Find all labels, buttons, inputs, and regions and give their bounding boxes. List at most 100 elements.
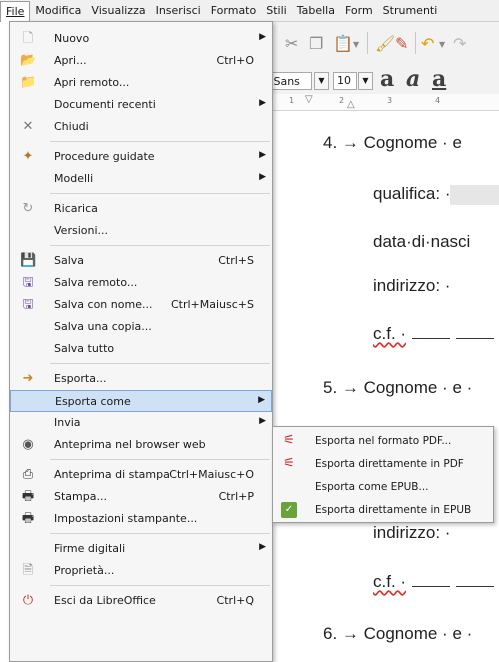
menu-item-apri-remoto[interactable]: 📁 Apri remoto... — [10, 72, 272, 94]
bold-icon[interactable]: a — [380, 66, 394, 92]
menu-item-chiudi[interactable]: ✕ Chiudi — [10, 116, 272, 138]
menu-item-proprieta[interactable]: 🗎 Proprietà... — [10, 560, 272, 582]
close-icon: ✕ — [22, 119, 34, 134]
ruler[interactable]: 1 ▽ 2 △ 3 4 — [249, 94, 499, 111]
indent-marker-icon[interactable]: △ — [347, 99, 355, 110]
menu-item-esporta[interactable]: ➜ Esporta... — [10, 368, 272, 390]
export-icon: ➜ — [22, 371, 34, 386]
epub-icon: ✓ — [281, 502, 297, 518]
font-name-dropdown-button[interactable]: ▼ — [314, 72, 329, 90]
menu-separator — [50, 459, 270, 460]
doc-line: c.f. · — [373, 324, 495, 344]
standard-toolbar: ✂ ❐ 📋 ▼ 🖌 ✎ ↶ ▼ ↷ — [249, 22, 499, 66]
save-as-icon: 🖫 — [22, 297, 34, 312]
menu-item-procedure-guidate[interactable]: ✦ Procedure guidate ▶ — [10, 146, 272, 168]
menubar: File Modifica Visualizza Inserisci Forma… — [0, 0, 499, 22]
exit-icon: ⏻ — [22, 593, 34, 608]
menu-item-anteprima-browser[interactable]: ◉ Anteprima nel browser web — [10, 434, 272, 456]
doc-line: 4. → Cognome · e — [323, 133, 462, 152]
open-folder-icon: 📂 — [20, 53, 37, 68]
save-icon: 💾 — [20, 253, 37, 268]
menu-stili[interactable]: Stili — [261, 0, 291, 21]
paste-icon[interactable]: 📋 — [333, 34, 353, 53]
menu-item-salva[interactable]: 💾 Salva Ctrl+S — [10, 250, 272, 272]
menu-item-salva-una-copia[interactable]: Salva una copia... — [10, 316, 272, 338]
submenu-arrow-icon: ▶ — [259, 32, 266, 42]
undo-icon[interactable]: ↶ — [421, 34, 434, 53]
ruler-tick: 3 — [387, 96, 393, 105]
ruler-tick: 2 — [339, 96, 345, 105]
print-preview-icon: ⎙ — [22, 467, 34, 482]
menu-item-esporta-come[interactable]: Esporta come ▶ — [10, 390, 272, 412]
menu-visualizza[interactable]: Visualizza — [86, 0, 150, 21]
menu-separator — [50, 245, 270, 246]
menu-formato[interactable]: Formato — [206, 0, 262, 21]
menu-item-esci[interactable]: ⏻ Esci da LibreOffice Ctrl+Q — [10, 590, 272, 612]
menu-separator — [50, 363, 270, 364]
menu-item-modelli[interactable]: Modelli ▶ — [10, 168, 272, 190]
paste-dropdown-icon[interactable]: ▼ — [353, 40, 359, 49]
menu-item-impostazioni-stampante[interactable]: 🖶 Impostazioni stampante... — [10, 508, 272, 530]
redo-icon[interactable]: ↷ — [453, 34, 466, 53]
doc-line: data·di·nasci — [373, 232, 471, 251]
menu-strumenti[interactable]: Strumenti — [378, 0, 443, 21]
menu-item-anteprima-di-stampa[interactable]: ⎙ Anteprima di stampa Ctrl+Maiusc+O — [10, 464, 272, 486]
ruler-tick: 4 — [435, 96, 441, 105]
indent-marker-icon[interactable]: ▽ — [305, 94, 313, 105]
copy-icon[interactable]: ❐ — [309, 34, 323, 53]
new-document-icon: 🗋 — [22, 31, 34, 46]
doc-line: indirizzo: · — [373, 276, 451, 295]
document-page[interactable]: 4. → Cognome · e qualifica: · data·di·na… — [249, 111, 499, 662]
menu-separator — [50, 533, 270, 534]
cut-icon[interactable]: ✂ — [285, 34, 298, 53]
clear-formatting-icon[interactable]: ✎ — [395, 34, 408, 53]
wizard-icon: ✦ — [22, 149, 34, 164]
doc-line: 5. → Cognome · e · — [323, 378, 473, 397]
font-size-input[interactable]: 10 — [333, 72, 357, 90]
menu-item-stampa[interactable]: 🖶 Stampa... Ctrl+P — [10, 486, 272, 508]
doc-line: 6. → Cognome · e · — [323, 624, 473, 643]
menu-file[interactable]: File — [0, 0, 31, 22]
submenu-arrow-icon: ▶ — [258, 395, 265, 405]
submenu-item-export-direct-pdf[interactable]: ⚟ Esporta direttamente in PDF — [273, 453, 493, 475]
submenu-item-export-pdf[interactable]: ⚟ Esporta nel formato PDF... — [273, 430, 493, 452]
underline-icon[interactable]: a — [432, 66, 446, 92]
undo-dropdown-icon[interactable]: ▼ — [439, 40, 445, 49]
menu-item-nuovo[interactable]: 🗋 Nuovo ▶ — [10, 28, 272, 50]
submenu-item-export-direct-epub[interactable]: ✓ Esporta direttamente in EPUB — [273, 499, 493, 521]
print-icon: 🖶 — [21, 489, 35, 504]
menu-item-salva-tutto[interactable]: Salva tutto — [10, 338, 272, 360]
pdf-icon: ⚟ — [283, 456, 295, 471]
menu-item-salva-con-nome[interactable]: 🖫 Salva con nome... Ctrl+Maiusc+S — [10, 294, 272, 316]
menu-item-firme-digitali[interactable]: Firme digitali ▶ — [10, 538, 272, 560]
submenu-arrow-icon: ▶ — [259, 416, 266, 426]
toolbar-separator — [367, 32, 368, 54]
printer-settings-icon: 🖶 — [21, 511, 35, 526]
menu-form[interactable]: Form — [340, 0, 378, 21]
menu-separator — [50, 193, 270, 194]
browser-preview-icon: ◉ — [22, 437, 34, 452]
pdf-icon: ⚟ — [283, 433, 295, 448]
doc-line: c.f. · — [373, 572, 495, 592]
italic-icon[interactable]: a — [406, 66, 420, 92]
menu-inserisci[interactable]: Inserisci — [151, 0, 206, 21]
menu-item-salva-remoto[interactable]: 🖫 Salva remoto... — [10, 272, 272, 294]
properties-icon: 🗎 — [22, 563, 34, 578]
menu-item-apri[interactable]: 📂 Apri... Ctrl+O — [10, 50, 272, 72]
menu-item-versioni[interactable]: Versioni... — [10, 220, 272, 242]
menu-tabella[interactable]: Tabella — [292, 0, 340, 21]
menu-item-documenti-recenti[interactable]: Documenti recenti ▶ — [10, 94, 272, 116]
menu-item-ricarica[interactable]: ↻ Ricarica — [10, 198, 272, 220]
menu-modifica[interactable]: Modifica — [30, 0, 86, 21]
submenu-arrow-icon: ▶ — [259, 542, 266, 552]
font-size-dropdown-button[interactable]: ▼ — [358, 72, 373, 90]
submenu-arrow-icon: ▶ — [259, 98, 266, 108]
clone-formatting-icon[interactable]: 🖌 — [375, 34, 395, 53]
file-menu: 🗋 Nuovo ▶ 📂 Apri... Ctrl+O 📁 Apri remoto… — [9, 21, 273, 662]
submenu-item-export-epub[interactable]: Esporta come EPUB... — [273, 476, 493, 498]
submenu-arrow-icon: ▶ — [259, 150, 266, 160]
save-remote-icon: 🖫 — [22, 275, 34, 290]
menu-item-invia[interactable]: Invia ▶ — [10, 412, 272, 434]
submenu-arrow-icon: ▶ — [259, 172, 266, 182]
ruler-tick: 1 — [289, 96, 295, 105]
